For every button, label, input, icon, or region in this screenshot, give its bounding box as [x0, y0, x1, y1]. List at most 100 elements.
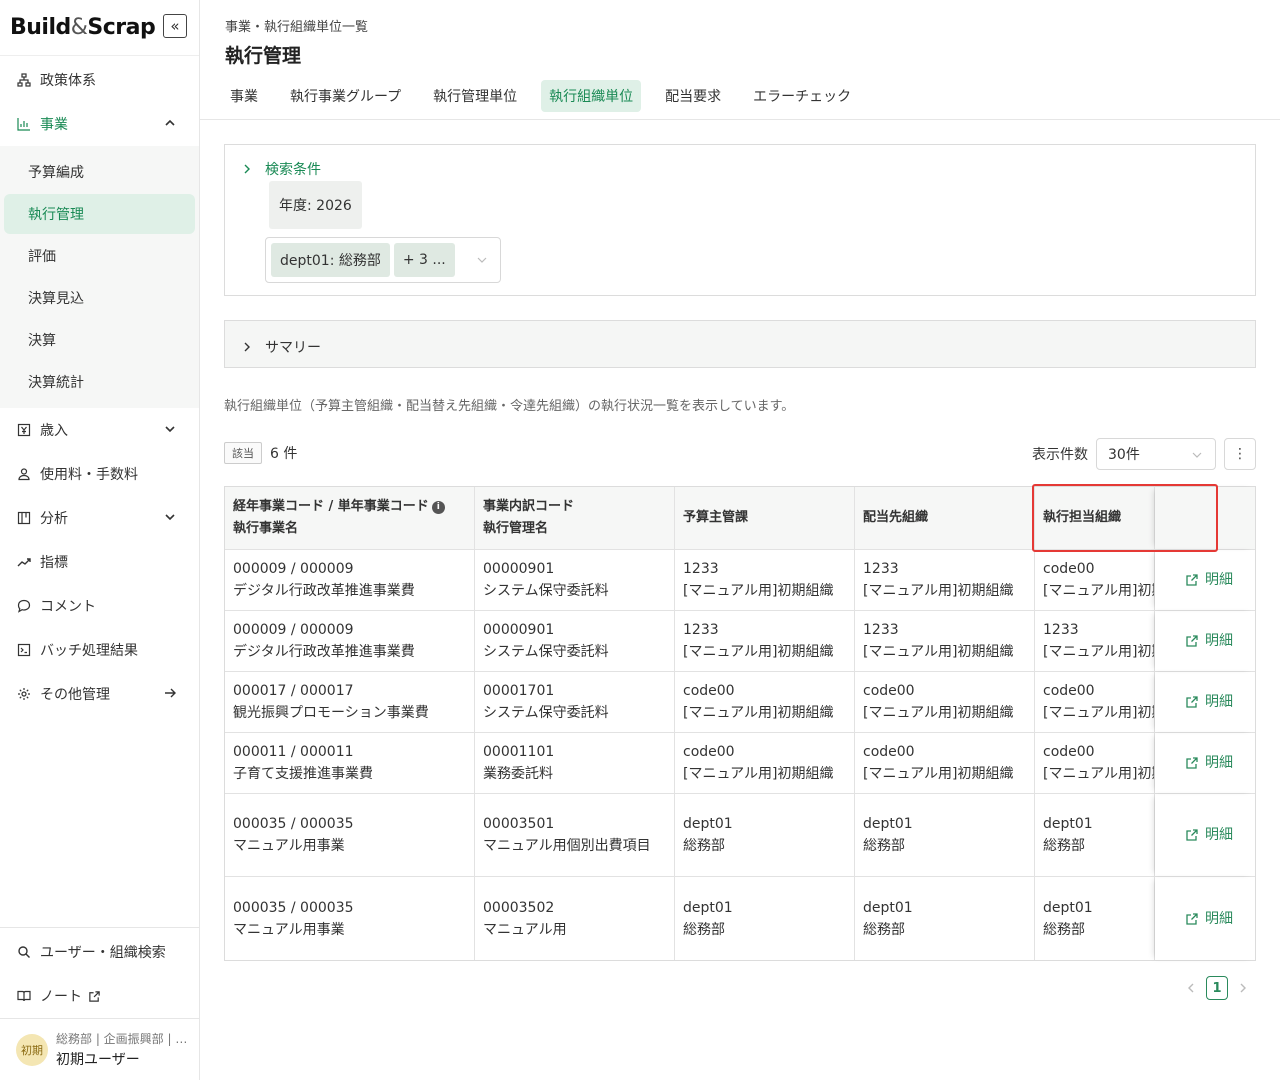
table-cell: 00001701 システム保守委託料 — [475, 672, 675, 732]
per-page-select[interactable]: 30件 — [1096, 438, 1216, 470]
more-options-button[interactable]: ⋮ — [1224, 438, 1256, 470]
note-link[interactable]: ノート — [0, 974, 199, 1018]
cell-code: 1233 — [1043, 622, 1079, 638]
table-cell: 1233 [マニュアル用]初期組織 — [855, 550, 1035, 610]
cell-code: code00 — [683, 744, 735, 760]
sidebar-item-fees[interactable]: 使用料・手数料 — [0, 452, 199, 496]
sidebar-sub-forecast[interactable]: 決算見込 — [4, 278, 195, 318]
cell-code: code00 — [863, 744, 915, 760]
sidebar-item-revenue[interactable]: 歳入 — [0, 408, 199, 452]
detail-link[interactable]: 明細 — [1185, 630, 1233, 652]
cell-name: 総務部 — [863, 838, 905, 854]
user-name: 初期ユーザー — [56, 1052, 140, 1068]
tab-exec-org-unit[interactable]: 執行組織単位 — [541, 80, 642, 112]
cell-name: [マニュアル用]初期組織 — [1043, 766, 1154, 782]
sidebar-item-comments[interactable]: コメント — [0, 584, 199, 628]
dept-multiselect[interactable]: dept01: 総務部 + 3 ... — [265, 237, 501, 283]
cell-name: 総務部 — [683, 838, 725, 854]
breadcrumb: 事業・執行組織単位一覧 — [225, 20, 369, 35]
detail-link[interactable]: 明細 — [1185, 569, 1233, 591]
trend-icon — [16, 554, 32, 570]
cell-name: システム保守委託料 — [483, 583, 609, 599]
sidebar-sub-evaluation[interactable]: 評価 — [4, 236, 195, 276]
header-breakdown-code[interactable]: 事業内訳コード 執行管理名 — [475, 487, 675, 549]
next-page-button[interactable] — [1232, 977, 1254, 999]
summary-toggle[interactable]: サマリー — [225, 321, 1255, 357]
logo-row: Build&Scrap « — [0, 0, 199, 56]
info-icon[interactable]: i — [431, 500, 445, 514]
cell-code: 000009 / 000009 — [233, 561, 354, 577]
table-cell: 000017 / 000017 観光振興プロモーション事業費 — [225, 672, 475, 732]
cell-name: [マニュアル用]初期組織 — [683, 583, 834, 599]
terminal-icon — [16, 642, 32, 658]
detail-link-label: 明細 — [1205, 910, 1233, 927]
user-org-search-link[interactable]: ユーザー・組織検索 — [0, 930, 199, 974]
table-cell: dept01 総務部 — [1035, 877, 1155, 960]
header-action — [1155, 487, 1255, 549]
page-title: 執行管理 — [225, 45, 302, 67]
table-cell-action: 明細 — [1155, 733, 1255, 793]
users-icon — [16, 466, 32, 482]
cell-name: マニュアル用 — [483, 921, 567, 938]
table-cell: code00 [マニュアル用]初期組織 — [855, 672, 1035, 732]
header-budget-dept[interactable]: 予算主管課 — [675, 487, 855, 549]
table-cell: code00 [マニュアル用]初期組織 — [1035, 550, 1155, 610]
summary-panel[interactable]: サマリー — [224, 320, 1256, 368]
table-cell: 00000901 システム保守委託料 — [475, 550, 675, 610]
sidebar-item-analysis[interactable]: 分析 — [0, 496, 199, 540]
cell-code: 00003502 — [483, 899, 555, 916]
tab-error-check[interactable]: エラーチェック — [745, 80, 859, 112]
collapse-sidebar-button[interactable]: « — [163, 14, 187, 38]
page-header: 事業・執行組織単位一覧 執行管理 事業 執行事業グループ 執行管理単位 執行組織… — [200, 0, 1280, 120]
cell-code: 000035 / 000035 — [233, 816, 354, 832]
sidebar-sub-settlement[interactable]: 決算 — [4, 320, 195, 360]
search-icon — [16, 944, 32, 960]
table-cell: dept01 総務部 — [1035, 794, 1155, 876]
cell-name: 総務部 — [683, 921, 725, 938]
sidebar-item-label: 政策体系 — [40, 73, 96, 89]
cell-code: code00 — [1043, 744, 1095, 760]
external-link-icon — [1186, 757, 1198, 769]
detail-link[interactable]: 明細 — [1185, 691, 1233, 713]
cell-code: dept01 — [683, 816, 733, 832]
detail-link-label: 明細 — [1205, 755, 1233, 771]
external-link-icon — [1186, 912, 1198, 925]
chevron-up-icon — [165, 119, 175, 126]
detail-link[interactable]: 明細 — [1185, 824, 1233, 846]
sidebar-item-jigyo[interactable]: 事業 — [0, 102, 199, 146]
detail-link[interactable]: 明細 — [1185, 908, 1233, 930]
cell-name: 子育て支援推進事業費 — [233, 766, 373, 782]
tab-allocation-request[interactable]: 配当要求 — [657, 80, 729, 112]
year-filter-label: 年度: 2026 — [279, 198, 352, 214]
page-number-current[interactable]: 1 — [1206, 976, 1228, 1000]
cell-name: デジタル行政改革推進事業費 — [233, 644, 415, 660]
search-conditions-toggle[interactable]: 検索条件 — [225, 145, 1255, 179]
cell-name: 総務部 — [863, 921, 905, 938]
more-tags[interactable]: + 3 ... — [393, 243, 455, 277]
cell-code: 1233 — [863, 622, 899, 638]
sidebar-sub-statistics[interactable]: 決算統計 — [4, 362, 195, 402]
tab-exec-unit[interactable]: 執行管理単位 — [425, 80, 525, 112]
tab-exec-group[interactable]: 執行事業グループ — [282, 80, 409, 112]
sidebar-item-other[interactable]: その他管理 — [0, 672, 199, 716]
table-cell: 000009 / 000009 デジタル行政改革推進事業費 — [225, 611, 475, 671]
header-text: 執行管理名 — [483, 521, 549, 536]
header-exec-org[interactable]: 執行担当組織 — [1035, 487, 1155, 549]
sidebar-item-batch[interactable]: バッチ処理結果 — [0, 628, 199, 672]
user-profile[interactable]: 初期 総務部 | 企画振興部 | … 初期ユーザー — [0, 1018, 199, 1080]
sitemap-icon — [16, 72, 32, 88]
dept-tag[interactable]: dept01: 総務部 — [271, 243, 390, 277]
sidebar-item-indicators[interactable]: 指標 — [0, 540, 199, 584]
result-count: 該当 6 件 — [224, 442, 297, 464]
sidebar-sub-execution[interactable]: 執行管理 — [4, 194, 195, 234]
detail-link[interactable]: 明細 — [1185, 752, 1233, 774]
table-row: 000017 / 000017 観光振興プロモーション事業費 00001701 システ… — [225, 672, 1255, 733]
tab-jigyo[interactable]: 事業 — [222, 80, 266, 112]
header-text: 予算主管課 — [683, 510, 749, 525]
header-project-code[interactable]: 経年事業コード / 単年事業コード i 執行事業名 — [225, 487, 475, 549]
sidebar-sub-budget[interactable]: 予算編成 — [4, 152, 195, 192]
sidebar-item-policy[interactable]: 政策体系 — [0, 58, 199, 102]
year-filter-chip[interactable]: 年度: 2026 — [269, 181, 362, 229]
prev-page-button[interactable] — [1180, 977, 1202, 999]
header-allocation-org[interactable]: 配当先組織 — [855, 487, 1035, 549]
